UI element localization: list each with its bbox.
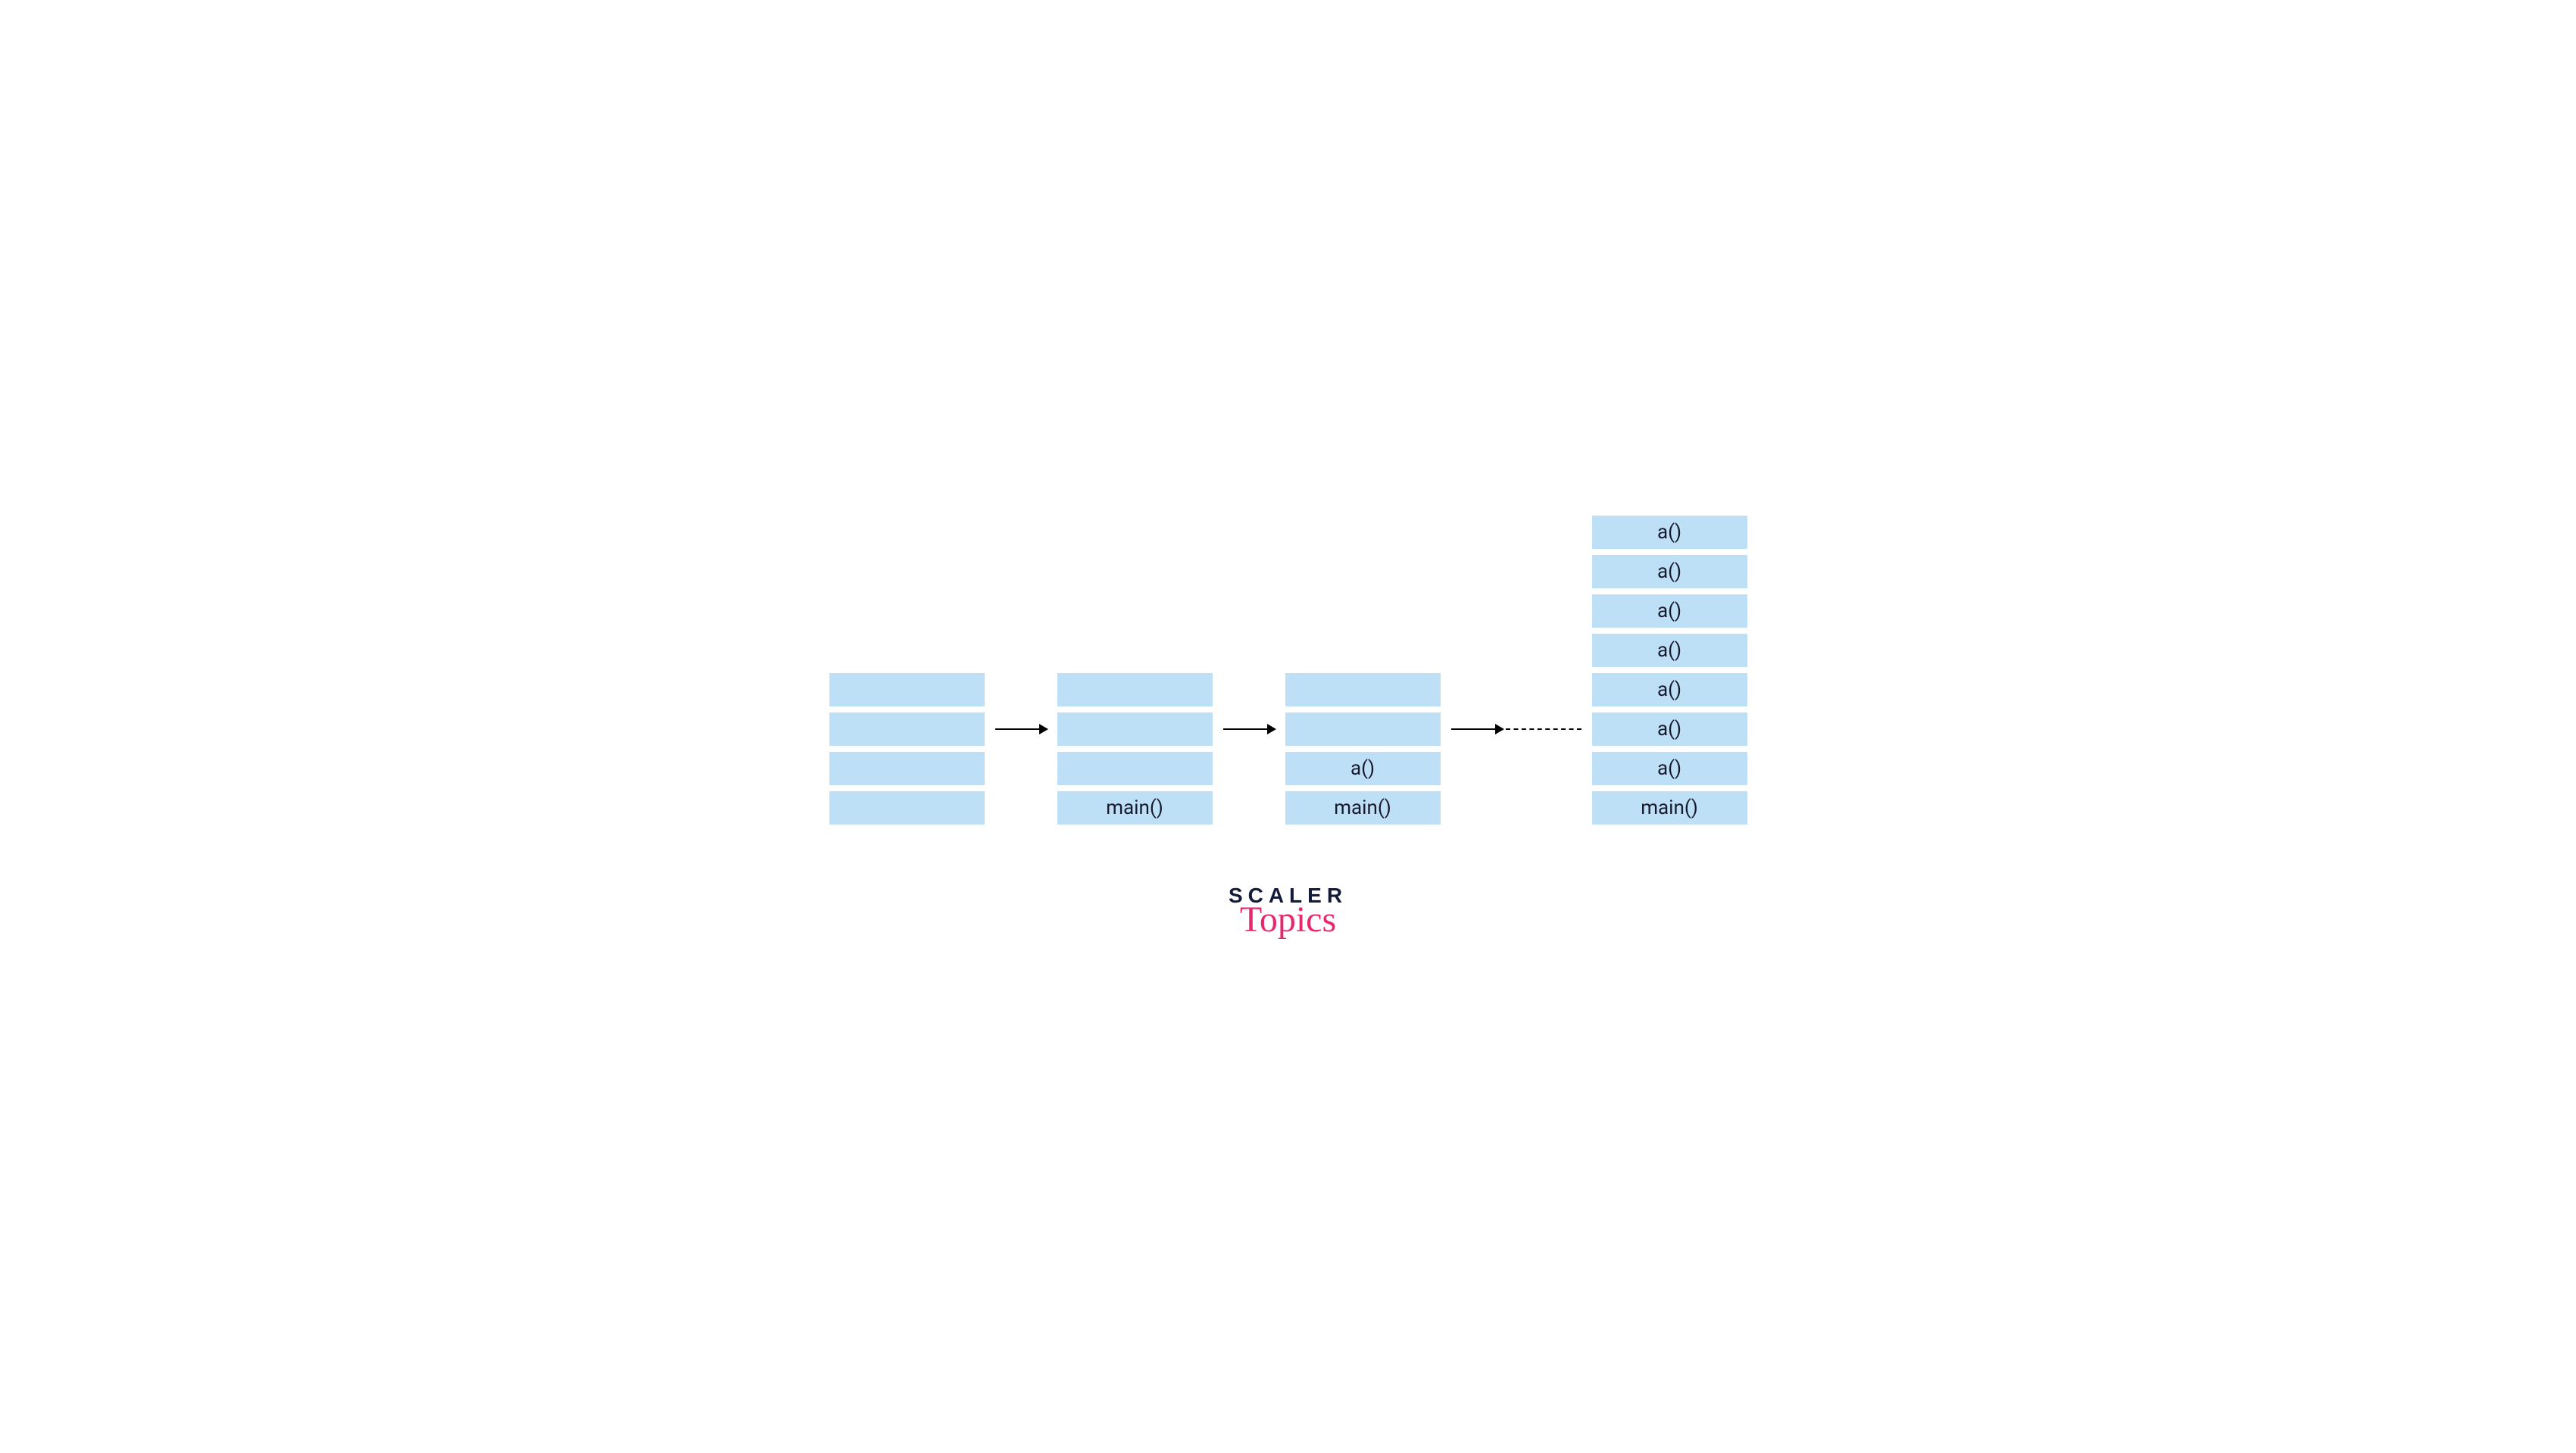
arrow-3-dashed [1441,712,1592,746]
stack-frame [1057,673,1213,706]
stack-1 [829,673,985,825]
stack-frame: a() [1592,516,1747,549]
stack-frame [829,673,985,706]
arrow-right-icon [1223,728,1275,730]
arrow-2 [1213,712,1285,746]
stack-frame [829,791,985,825]
stack-frame [829,712,985,746]
stack-frame [1285,712,1441,746]
stack-frame: main() [1285,791,1441,825]
arrow-right-icon [995,728,1047,730]
logo-line-2: Topics [1240,902,1336,938]
stack-2: main() [1057,673,1213,825]
stack-frame: a() [1592,752,1747,785]
stack-frame: a() [1592,712,1747,746]
stack-frame: a() [1285,752,1441,785]
stack-frame [1057,712,1213,746]
scaler-topics-logo: SCALER Topics [1229,885,1347,938]
dashed-line-icon [1506,728,1582,730]
stack-frame: main() [1592,791,1747,825]
stack-frame [1285,673,1441,706]
stack-frame: main() [1057,791,1213,825]
stack-frame: a() [1592,594,1747,628]
arrow-right-icon [1451,728,1503,730]
stack-frame: a() [1592,555,1747,588]
stack-frame: a() [1592,634,1747,667]
arrow-1 [985,712,1057,746]
stack-frame: a() [1592,673,1747,706]
stack-4: a() a() a() a() a() a() a() main() [1592,516,1747,825]
stack-3: a() main() [1285,673,1441,825]
call-stack-diagram: main() a() main() a() a() a() a() a() a(… [829,516,1747,825]
stack-frame [829,752,985,785]
stack-frame [1057,752,1213,785]
